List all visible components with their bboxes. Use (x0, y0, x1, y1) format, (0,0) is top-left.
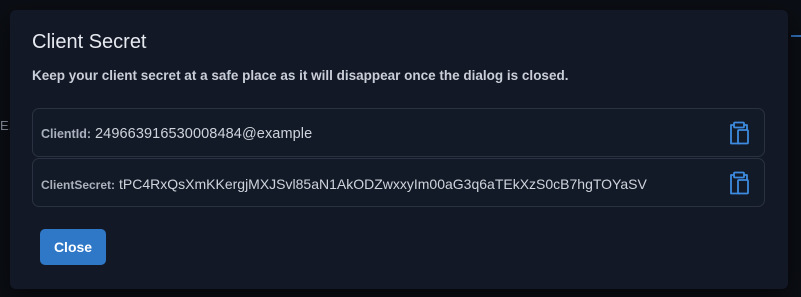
client-id-value[interactable]: 249663916530008484@example (95, 126, 312, 142)
background-accent-line (791, 35, 801, 37)
client-id-field: ClientId: 249663916530008484@example (32, 108, 765, 157)
dialog-title: Client Secret (32, 31, 147, 53)
client-secret-value[interactable]: tPC4RxQsXmKKergjMXJSvl85aN1AkODZwxxyIm00… (119, 176, 647, 192)
copy-client-secret-button[interactable] (728, 171, 750, 195)
clipboard-icon (730, 171, 749, 195)
copy-client-id-button[interactable] (728, 121, 750, 145)
dialog-description: Keep your client secret at a safe place … (32, 68, 569, 83)
client-id-label: ClientId: (41, 127, 91, 141)
client-secret-field: ClientSecret: tPC4RxQsXmKKergjMXJSvl85aN1… (32, 158, 765, 207)
client-secret-label: ClientSecret: (41, 178, 116, 192)
clipboard-icon (730, 121, 749, 145)
client-secret-dialog: Client Secret Keep your client secret at… (10, 10, 788, 289)
close-button[interactable]: Close (40, 229, 106, 265)
